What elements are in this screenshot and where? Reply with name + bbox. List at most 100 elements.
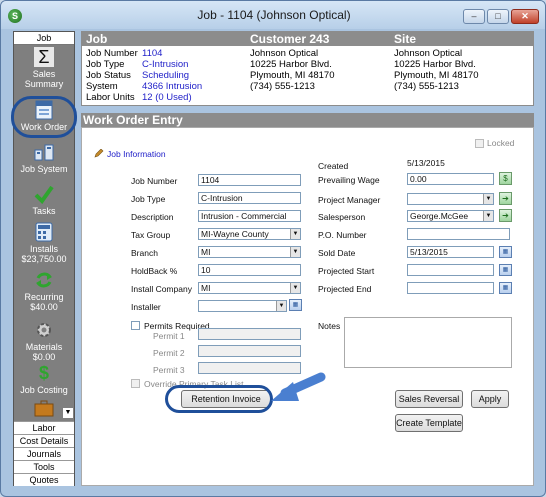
customer-address: Johnson Optical 10225 Harbor Blvd. Plymo… <box>250 48 335 92</box>
job-information-label: Job Information <box>107 149 166 159</box>
po-number-field[interactable] <box>407 228 510 240</box>
override-task-list-checkbox[interactable] <box>131 379 140 388</box>
tax-group-field-label: Tax Group <box>131 230 171 240</box>
chevron-down-icon[interactable]: ▼ <box>290 283 300 293</box>
tax-group-select[interactable]: MI-Wayne County ▼ <box>198 228 301 240</box>
header-bar: Job Customer 243 Site <box>82 32 533 46</box>
project-manager-select[interactable]: ▼ <box>407 193 494 205</box>
site-address: Johnson Optical 10225 Harbor Blvd. Plymo… <box>394 48 479 92</box>
chevron-down-icon[interactable]: ▼ <box>290 229 300 239</box>
description-field[interactable]: Intrusion - Commercial <box>198 210 301 222</box>
chevron-down-icon[interactable]: ▼ <box>483 194 493 204</box>
assign-arrow-icon[interactable]: ➔ <box>499 209 512 222</box>
nav-item-label: Recurring <box>24 292 64 302</box>
title-bar: S Job - 1104 (Johnson Optical) – □ ✕ <box>1 1 545 29</box>
nav-item-sales-summary[interactable]: Σ Sales Summary <box>14 47 74 89</box>
installer-select[interactable]: ▼ <box>198 300 287 312</box>
job-number-field[interactable]: 1104 <box>198 174 301 186</box>
nav-header: Job <box>14 32 74 45</box>
create-template-button[interactable]: Create Template <box>395 414 463 432</box>
installer-lookup-icon[interactable]: ▦ <box>289 299 302 311</box>
site-phone: (734) 555-1213 <box>394 81 459 92</box>
nav-item-installs[interactable]: Installs $23,750.00 <box>14 222 74 264</box>
salesperson-label: Salesperson <box>318 212 366 222</box>
branch-field-label: Branch <box>131 248 158 258</box>
minimize-icon[interactable]: – <box>463 9 485 24</box>
calculator-icon <box>34 222 54 242</box>
calendar-icon[interactable]: ▦ <box>499 246 512 258</box>
calendar-icon[interactable]: ▦ <box>499 282 512 294</box>
sold-date-field[interactable]: 5/13/2015 <box>407 246 494 258</box>
work-order-form: Locked Job Information Job Number 1104 J… <box>81 127 534 486</box>
customer-section-title: Customer 243 <box>250 32 330 46</box>
permit-2-field[interactable] <box>198 345 301 357</box>
permit-1-label: Permit 1 <box>153 331 185 341</box>
chevron-down-icon[interactable]: ▼ <box>63 408 73 418</box>
dollar-icon[interactable]: $ <box>499 172 512 185</box>
nav-item-job-costing[interactable]: $ Job Costing <box>14 363 74 395</box>
install-company-value: MI <box>201 283 211 293</box>
calendar-icon[interactable]: ▦ <box>499 264 512 276</box>
branch-select[interactable]: MI ▼ <box>198 246 301 258</box>
nav-item-recurring[interactable]: Recurring $40.00 <box>14 270 74 312</box>
notes-textarea[interactable] <box>344 317 512 368</box>
job-type-label: Job Type <box>86 59 125 70</box>
nav-quotes[interactable]: Quotes <box>14 473 74 486</box>
close-icon[interactable]: ✕ <box>511 9 539 24</box>
job-type-value: C-Intrusion <box>142 59 189 70</box>
job-system-icon <box>34 142 54 162</box>
nav-item-amount: $0.00 <box>32 352 56 362</box>
job-type-field-label: Job Type <box>131 194 166 204</box>
projected-start-field[interactable] <box>407 264 494 276</box>
po-number-label: P.O. Number <box>318 230 367 240</box>
created-value: 5/13/2015 <box>407 158 445 168</box>
nav-cost-details[interactable]: Cost Details <box>14 434 74 447</box>
job-status-link[interactable]: Scheduling <box>142 70 202 81</box>
labor-units-value: 12 (0 Used) <box>142 92 192 103</box>
assign-arrow-icon[interactable]: ➔ <box>499 192 512 205</box>
nav-labor[interactable]: Labor <box>14 421 74 434</box>
site-section-title: Site <box>394 32 417 46</box>
apply-button[interactable]: Apply <box>471 390 509 408</box>
locked-checkbox[interactable] <box>475 139 484 148</box>
nav-journals[interactable]: Journals <box>14 447 74 460</box>
nav-item-amount: $23,750.00 <box>21 254 67 264</box>
permits-required-checkbox[interactable] <box>131 321 140 330</box>
nav-item-materials[interactable]: Materials $0.00 <box>14 320 74 362</box>
job-type-field[interactable]: C-Intrusion <box>198 192 301 204</box>
nav-item-job-system[interactable]: Job System <box>14 142 74 174</box>
callout-arrow-icon <box>271 372 326 401</box>
prevailing-wage-field[interactable]: 0.00 <box>407 173 494 185</box>
site-street: 10225 Harbor Blvd. <box>394 59 476 70</box>
job-number-value: 1104 <box>142 48 163 59</box>
pencil-icon <box>94 148 104 158</box>
project-manager-label: Project Manager <box>318 195 381 205</box>
install-company-select[interactable]: MI ▼ <box>198 282 301 294</box>
chevron-down-icon[interactable]: ▼ <box>276 301 286 311</box>
nav-item-label: Installs <box>29 244 58 254</box>
job-status-label: Job Status <box>86 70 131 81</box>
permit-1-field[interactable] <box>198 328 301 340</box>
nav-item-tasks[interactable]: Tasks <box>14 184 74 216</box>
notes-label: Notes <box>318 321 341 331</box>
projected-start-label: Projected Start <box>318 266 375 276</box>
job-info-labels: Job Number Job Type Job Status System La… <box>86 48 138 103</box>
projected-end-field[interactable] <box>407 282 494 294</box>
sold-date-label: Sold Date <box>318 248 356 258</box>
salesperson-select[interactable]: George.McGee ▼ <box>407 210 494 222</box>
sales-reversal-button[interactable]: Sales Reversal <box>395 390 463 408</box>
chevron-down-icon[interactable]: ▼ <box>290 247 300 257</box>
site-name: Johnson Optical <box>394 48 463 59</box>
maximize-icon[interactable]: □ <box>487 9 509 24</box>
chevron-down-icon[interactable]: ▼ <box>483 211 493 221</box>
holdback-field[interactable]: 10 <box>198 264 301 276</box>
job-window: S Job - 1104 (Johnson Optical) – □ ✕ Job… <box>0 0 546 497</box>
permit-3-label: Permit 3 <box>153 365 185 375</box>
nav-item-label: Materials <box>25 342 63 352</box>
description-field-label: Description <box>131 212 174 222</box>
system-link[interactable]: 4366 Intrusion <box>142 81 202 92</box>
work-order-highlight-ring <box>11 96 77 138</box>
dollar-icon: $ <box>38 363 49 383</box>
job-section-title: Job <box>86 32 108 46</box>
nav-tools[interactable]: Tools <box>14 460 74 473</box>
